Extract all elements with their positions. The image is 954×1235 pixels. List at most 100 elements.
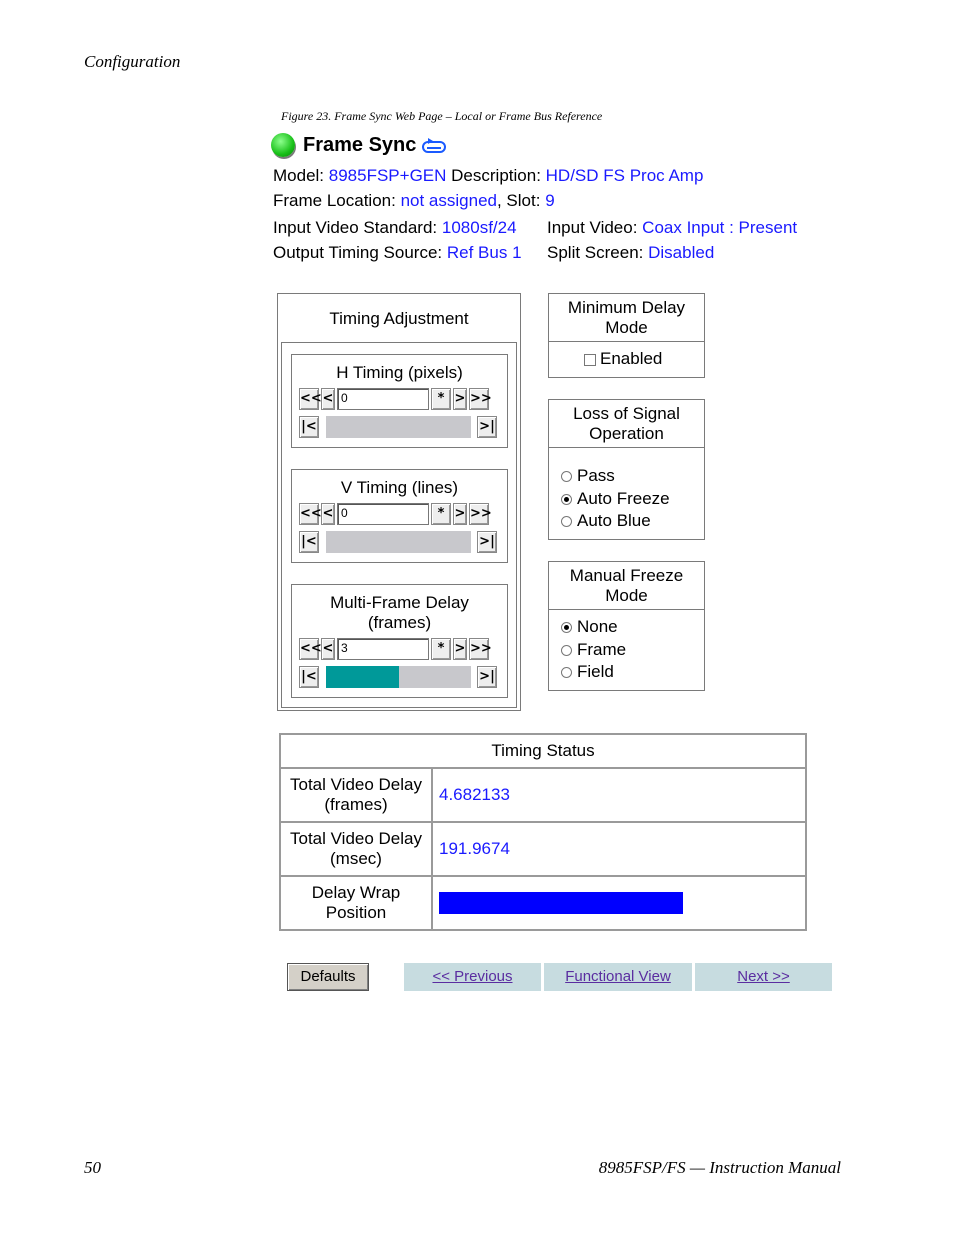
- h-timing-forward-button[interactable]: >: [453, 388, 467, 410]
- slot-label: , Slot:: [496, 191, 541, 210]
- input-video-value: Coax Input : Present: [642, 218, 798, 237]
- output-timing-label: Output Timing Source:: [273, 243, 443, 262]
- multi-frame-forward-button[interactable]: >: [453, 638, 467, 660]
- frame-location-label: Frame Location:: [273, 191, 396, 210]
- manual-freeze-option-frame[interactable]: Frame: [561, 639, 626, 661]
- timing-adjustment-panel: Timing Adjustment H Timing (pixels) << <…: [277, 293, 521, 711]
- v-timing-fast-forward-button[interactable]: >>: [469, 503, 492, 525]
- min-delay-title-line2: Mode: [605, 318, 648, 337]
- delay-wrap-label-line2: Position: [325, 903, 387, 922]
- total-delay-frames-value: 4.682133: [431, 767, 807, 823]
- multi-frame-default-button[interactable]: *: [431, 638, 451, 660]
- min-delay-enabled-label: Enabled: [600, 349, 663, 368]
- h-timing-controls: << < 0 * > >>: [299, 388, 492, 410]
- manual-freeze-frame-radio[interactable]: [561, 645, 572, 657]
- manual-freeze-option-field[interactable]: Field: [561, 661, 614, 683]
- v-timing-back-button[interactable]: <: [321, 503, 335, 525]
- page-title: Frame Sync: [303, 133, 417, 156]
- h-timing-fast-forward-button[interactable]: >>: [469, 388, 492, 410]
- v-timing-max-button[interactable]: >|: [477, 531, 497, 553]
- previous-link[interactable]: << Previous: [404, 963, 541, 991]
- loss-signal-pass-label: Pass: [577, 466, 615, 485]
- manual-freeze-field-radio[interactable]: [561, 667, 572, 679]
- manual-freeze-none-radio[interactable]: [561, 622, 572, 634]
- loss-signal-pass-radio[interactable]: [561, 471, 572, 483]
- manual-freeze-option-none[interactable]: None: [561, 616, 618, 638]
- refresh-icon[interactable]: [422, 136, 447, 154]
- delay-wrap-label-line1: Delay Wrap: [311, 883, 401, 902]
- multi-frame-group: Multi-Frame Delay (frames) << < 3 * > >>…: [291, 584, 508, 698]
- h-timing-title: H Timing (pixels): [336, 363, 463, 382]
- manual-freeze-none-label: None: [577, 617, 618, 636]
- h-timing-input[interactable]: 0: [337, 388, 429, 410]
- functional-view-link[interactable]: Functional View: [544, 963, 692, 991]
- min-delay-enabled-option[interactable]: Enabled: [584, 348, 662, 370]
- v-timing-fast-back-button[interactable]: <<: [299, 503, 322, 525]
- multi-frame-fast-forward-button[interactable]: >>: [469, 638, 492, 660]
- table-row: Total Video Delay (msec) 191.9674: [279, 821, 807, 877]
- loss-signal-body: Pass Auto Freeze Auto Blue: [549, 447, 704, 539]
- multi-frame-max-button[interactable]: >|: [477, 666, 497, 688]
- loss-signal-auto-blue-radio[interactable]: [561, 516, 572, 528]
- delay-wrap-label: Delay Wrap Position: [279, 875, 433, 931]
- manual-freeze-body: None Frame Field: [549, 609, 704, 690]
- loss-signal-title-line2: Operation: [589, 424, 664, 443]
- timing-status-title: Timing Status: [279, 733, 807, 769]
- total-delay-msec-label: Total Video Delay (msec): [279, 821, 433, 877]
- output-timing-value: Ref Bus 1: [446, 243, 522, 262]
- status-indicator-icon: [271, 133, 295, 157]
- input-standard-line: Input Video Standard: 1080sf/24: [273, 218, 517, 238]
- defaults-button[interactable]: Defaults: [287, 963, 369, 991]
- input-video-label: Input Video:: [547, 218, 638, 237]
- loss-signal-panel: Loss of Signal Operation Pass Auto Freez…: [548, 399, 705, 540]
- next-link[interactable]: Next >>: [695, 963, 832, 991]
- h-timing-back-button[interactable]: <: [321, 388, 335, 410]
- h-timing-max-button[interactable]: >|: [477, 416, 497, 438]
- h-timing-fast-back-button[interactable]: <<: [299, 388, 322, 410]
- timing-adjustment-title: Timing Adjustment: [329, 309, 469, 328]
- total-delay-msec-label-line2: (msec): [330, 849, 382, 868]
- loss-signal-title-line1: Loss of Signal: [573, 404, 680, 423]
- figure-caption: Figure 23. Frame Sync Web Page – Local o…: [281, 109, 603, 123]
- multi-frame-input[interactable]: 3: [337, 638, 429, 660]
- description-label: Description:: [451, 166, 541, 185]
- page-number: 50: [84, 1158, 101, 1177]
- model-label: Model:: [273, 166, 325, 185]
- min-delay-title-line1: Minimum Delay: [567, 298, 686, 317]
- h-timing-min-button[interactable]: |<: [299, 416, 319, 438]
- delay-wrap-cell: [431, 875, 807, 931]
- v-timing-input[interactable]: 0: [337, 503, 429, 525]
- split-screen-line: Split Screen: Disabled: [547, 243, 714, 263]
- multi-frame-title-line2: (frames): [367, 613, 432, 632]
- h-timing-group: H Timing (pixels) << < 0 * > >> |< >|: [291, 354, 508, 448]
- loss-signal-auto-freeze-label: Auto Freeze: [577, 489, 670, 508]
- v-timing-min-button[interactable]: |<: [299, 531, 319, 553]
- manual-freeze-panel: Manual Freeze Mode None Frame Field: [548, 561, 705, 691]
- total-delay-msec-label-line1: Total Video Delay: [290, 829, 422, 848]
- model-value: 8985FSP+GEN: [328, 166, 447, 185]
- loss-signal-option-auto-freeze[interactable]: Auto Freeze: [561, 488, 670, 510]
- multi-frame-controls: << < 3 * > >>: [299, 638, 492, 660]
- input-standard-label: Input Video Standard:: [273, 218, 438, 237]
- v-timing-default-button[interactable]: *: [431, 503, 451, 525]
- loss-signal-option-pass[interactable]: Pass: [561, 465, 615, 487]
- v-timing-slider[interactable]: [326, 531, 471, 553]
- multi-frame-title-line1: Multi-Frame Delay: [330, 593, 469, 612]
- min-delay-enabled-checkbox[interactable]: [584, 353, 596, 366]
- multi-frame-fast-back-button[interactable]: <<: [299, 638, 322, 660]
- loss-signal-option-auto-blue[interactable]: Auto Blue: [561, 510, 651, 532]
- timing-status-table: Timing Status Total Video Delay (frames)…: [279, 733, 807, 931]
- v-timing-forward-button[interactable]: >: [453, 503, 467, 525]
- split-screen-label: Split Screen:: [547, 243, 644, 262]
- multi-frame-back-button[interactable]: <: [321, 638, 335, 660]
- section-header: Configuration: [84, 52, 181, 71]
- total-delay-frames-label-line2: (frames): [324, 795, 388, 814]
- loss-signal-auto-freeze-radio[interactable]: [561, 494, 572, 506]
- h-timing-slider[interactable]: [326, 416, 471, 438]
- min-delay-body: Enabled: [549, 341, 704, 377]
- loss-signal-auto-blue-label: Auto Blue: [577, 511, 651, 530]
- h-timing-default-button[interactable]: *: [431, 388, 451, 410]
- multi-frame-slider[interactable]: [326, 666, 471, 688]
- page-title-row: Frame Sync: [271, 131, 447, 159]
- multi-frame-min-button[interactable]: |<: [299, 666, 319, 688]
